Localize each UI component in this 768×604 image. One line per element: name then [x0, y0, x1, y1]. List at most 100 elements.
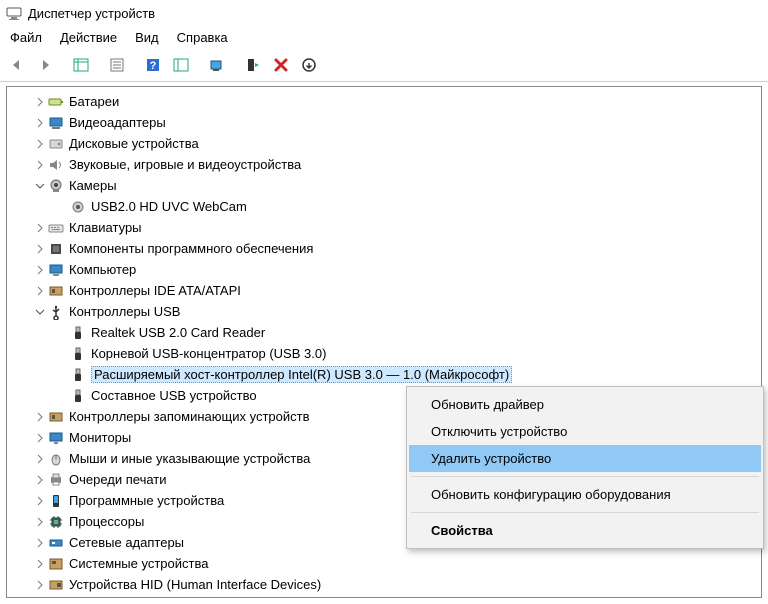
enable-device-button[interactable]	[240, 53, 266, 77]
chevron-right-icon	[33, 116, 47, 130]
device-usb-2[interactable]: Расширяемый хост-контроллер Intel(R) USB…	[7, 364, 761, 385]
software-device-icon	[47, 492, 65, 510]
label: Корневой USB-концентратор (USB 3.0)	[91, 346, 326, 361]
chevron-right-icon	[33, 431, 47, 445]
chevron-right-icon	[33, 95, 47, 109]
label: Устройства HID (Human Interface Devices)	[69, 577, 321, 592]
label: Системные устройства	[69, 556, 208, 571]
category-usb[interactable]: Контроллеры USB	[7, 301, 761, 322]
label: Мыши и иные указывающие устройства	[69, 451, 310, 466]
category-ide[interactable]: Контроллеры IDE ATA/ATAPI	[7, 280, 761, 301]
label: Процессоры	[69, 514, 144, 529]
label: Камеры	[69, 178, 117, 193]
network-icon	[47, 534, 65, 552]
help-button[interactable]: ?	[140, 53, 166, 77]
cpu-icon	[47, 513, 65, 531]
category-disk[interactable]: Дисковые устройства	[7, 133, 761, 154]
category-software-components[interactable]: Компоненты программного обеспечения	[7, 238, 761, 259]
ctx-disable-device[interactable]: Отключить устройство	[409, 418, 761, 445]
ctx-properties[interactable]: Свойства	[409, 517, 761, 544]
usb-device-icon	[69, 345, 87, 363]
menu-file[interactable]: Файл	[10, 30, 42, 45]
title-bar: Диспетчер устройств	[0, 0, 768, 26]
label: Звуковые, игровые и видеоустройства	[69, 157, 301, 172]
chevron-right-icon	[33, 494, 47, 508]
camera-icon	[47, 177, 65, 195]
show-hide-tree-button[interactable]	[68, 53, 94, 77]
mouse-icon	[47, 450, 65, 468]
keyboard-icon	[47, 219, 65, 237]
category-sound[interactable]: Звуковые, игровые и видеоустройства	[7, 154, 761, 175]
battery-icon	[47, 93, 65, 111]
chevron-right-icon	[33, 452, 47, 466]
chevron-right-icon	[33, 263, 47, 277]
chevron-right-icon	[33, 158, 47, 172]
properties-button[interactable]	[104, 53, 130, 77]
label: Расширяемый хост-контроллер Intel(R) USB…	[91, 366, 512, 383]
menu-action[interactable]: Действие	[60, 30, 117, 45]
forward-button[interactable]	[32, 53, 58, 77]
category-computer[interactable]: Компьютер	[7, 259, 761, 280]
context-menu: Обновить драйвер Отключить устройство Уд…	[406, 386, 764, 549]
menu-bar: Файл Действие Вид Справка	[0, 26, 768, 51]
usb-icon	[47, 303, 65, 321]
printer-icon	[47, 471, 65, 489]
label: Батареи	[69, 94, 119, 109]
device-camera-0[interactable]: USB2.0 HD UVC WebCam	[7, 196, 761, 217]
chevron-right-icon	[33, 242, 47, 256]
toolbar: ?	[0, 51, 768, 82]
monitor-icon	[47, 429, 65, 447]
ctx-uninstall-device[interactable]: Удалить устройство	[409, 445, 761, 472]
category-system-devices[interactable]: Системные устройства	[7, 553, 761, 574]
label: Программные устройства	[69, 493, 224, 508]
camera-icon	[69, 198, 87, 216]
label: Дисковые устройства	[69, 136, 199, 151]
separator	[411, 512, 759, 513]
label: Клавиатуры	[69, 220, 142, 235]
computer-icon	[47, 261, 65, 279]
label: Realtek USB 2.0 Card Reader	[91, 325, 265, 340]
display-adapter-icon	[47, 114, 65, 132]
usb-device-icon	[69, 324, 87, 342]
category-batteries[interactable]: Батареи	[7, 91, 761, 112]
svg-text:?: ?	[150, 60, 157, 72]
label: Очереди печати	[69, 472, 167, 487]
disable-device-button[interactable]	[296, 53, 322, 77]
label: Контроллеры IDE ATA/ATAPI	[69, 283, 241, 298]
label: Контроллеры запоминающих устройств	[69, 409, 309, 424]
chevron-right-icon	[33, 137, 47, 151]
window-title: Диспетчер устройств	[28, 6, 155, 21]
uninstall-device-button[interactable]	[268, 53, 294, 77]
app-icon	[6, 5, 22, 21]
device-usb-1[interactable]: Корневой USB-концентратор (USB 3.0)	[7, 343, 761, 364]
label: USB2.0 HD UVC WebCam	[91, 199, 247, 214]
ctx-scan-hardware[interactable]: Обновить конфигурацию оборудования	[409, 481, 761, 508]
chevron-right-icon	[33, 578, 47, 592]
ctx-update-driver[interactable]: Обновить драйвер	[409, 391, 761, 418]
usb-device-icon	[69, 387, 87, 405]
speaker-icon	[47, 156, 65, 174]
category-video[interactable]: Видеоадаптеры	[7, 112, 761, 133]
menu-view[interactable]: Вид	[135, 30, 159, 45]
label: Контроллеры USB	[69, 304, 180, 319]
chevron-right-icon	[33, 473, 47, 487]
category-hid[interactable]: Устройства HID (Human Interface Devices)	[7, 574, 761, 595]
chevron-right-icon	[33, 557, 47, 571]
label: Видеоадаптеры	[69, 115, 166, 130]
separator	[411, 476, 759, 477]
scan-hardware-button[interactable]	[168, 53, 194, 77]
storage-icon	[47, 408, 65, 426]
label: Компоненты программного обеспечения	[69, 241, 313, 256]
category-keyboards[interactable]: Клавиатуры	[7, 217, 761, 238]
system-icon	[47, 555, 65, 573]
menu-help[interactable]: Справка	[177, 30, 228, 45]
back-button[interactable]	[4, 53, 30, 77]
update-driver-button[interactable]	[204, 53, 230, 77]
label: Мониторы	[69, 430, 131, 445]
device-usb-0[interactable]: Realtek USB 2.0 Card Reader	[7, 322, 761, 343]
chevron-right-icon	[33, 284, 47, 298]
category-cameras[interactable]: Камеры	[7, 175, 761, 196]
chevron-down-icon	[33, 179, 47, 193]
disk-icon	[47, 135, 65, 153]
storage-controller-icon	[47, 282, 65, 300]
